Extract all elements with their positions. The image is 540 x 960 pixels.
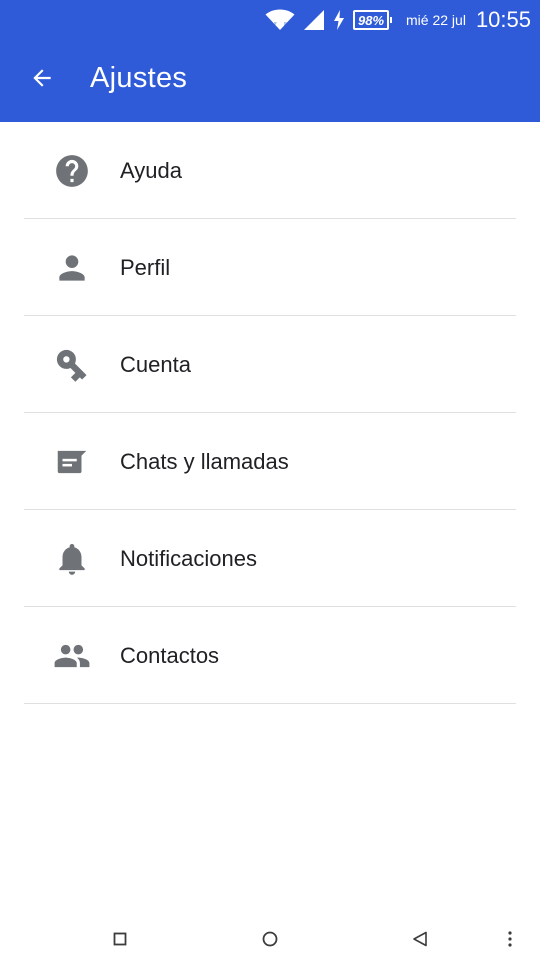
charging-icon xyxy=(333,10,345,30)
people-icon xyxy=(52,637,92,675)
page-title: Ajustes xyxy=(90,62,188,94)
status-time: 10:55 xyxy=(475,7,531,32)
wifi-icon xyxy=(265,9,295,31)
settings-item-label: Cuenta xyxy=(120,351,191,377)
more-vert-icon xyxy=(507,930,513,953)
arrow-back-icon xyxy=(29,65,55,96)
status-indicators: 98% mié 22 jul 10:55 xyxy=(265,0,531,40)
settings-item-label: Ayuda xyxy=(120,157,182,183)
home-button[interactable] xyxy=(258,929,282,953)
back-triangle-icon xyxy=(412,931,428,952)
recents-square-icon xyxy=(113,932,127,951)
settings-item-label: Perfil xyxy=(120,254,171,280)
settings-item-perfil[interactable]: Perfil xyxy=(0,219,540,316)
navigation-bar xyxy=(0,920,540,960)
status-bar: 98% mié 22 jul 10:55 xyxy=(0,0,540,40)
recents-button[interactable] xyxy=(108,929,132,953)
battery-icon: 98% xyxy=(352,10,393,30)
more-options-button[interactable] xyxy=(498,929,522,953)
settings-item-contactos[interactable]: Contactos xyxy=(0,607,540,704)
settings-item-label: Chats y llamadas xyxy=(120,448,289,474)
chat-icon xyxy=(52,443,92,481)
signal-icon xyxy=(303,9,325,31)
back-button[interactable] xyxy=(26,64,58,96)
home-circle-icon xyxy=(262,931,278,952)
person-icon xyxy=(52,249,92,287)
app-header: 98% mié 22 jul 10:55 Ajustes xyxy=(0,0,540,122)
settings-item-ayuda[interactable]: Ayuda xyxy=(0,122,540,219)
key-icon xyxy=(52,346,92,384)
status-date: mié 22 jul xyxy=(406,12,466,28)
bell-icon xyxy=(52,540,92,578)
help-icon xyxy=(52,152,92,190)
settings-item-cuenta[interactable]: Cuenta xyxy=(0,316,540,413)
settings-screen: 98% mié 22 jul 10:55 Ajustes Ayuda Perfi… xyxy=(0,0,540,960)
nav-back-button[interactable] xyxy=(408,929,432,953)
toolbar: Ajustes xyxy=(0,40,540,122)
settings-item-chats-y-llamadas[interactable]: Chats y llamadas xyxy=(0,413,540,510)
settings-list: Ayuda Perfil Cuenta Chats y llamadas Not… xyxy=(0,122,540,704)
settings-item-label: Notificaciones xyxy=(120,545,257,571)
battery-percent: 98% xyxy=(352,10,390,30)
settings-item-notificaciones[interactable]: Notificaciones xyxy=(0,510,540,607)
settings-item-label: Contactos xyxy=(120,642,220,668)
